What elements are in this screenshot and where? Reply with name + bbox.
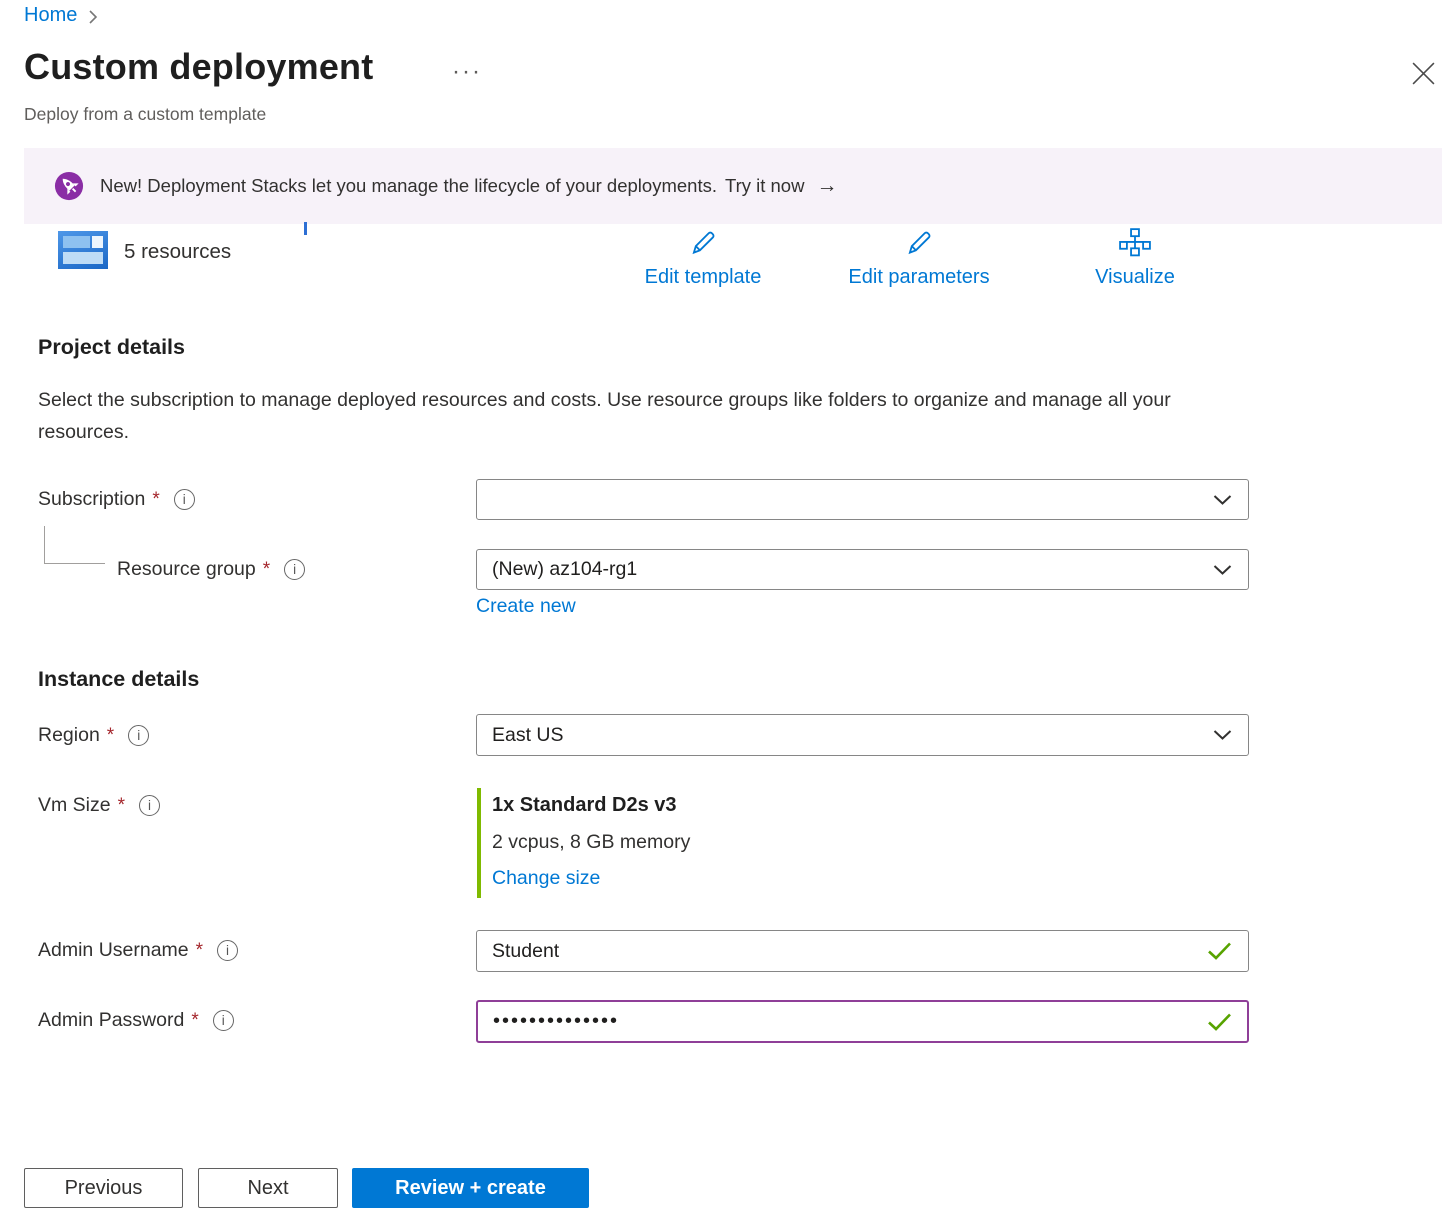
edit-parameters-button[interactable]: Edit parameters — [834, 228, 1004, 289]
info-icon[interactable] — [213, 1010, 234, 1031]
resource-group-select[interactable]: (New) az104-rg1 — [476, 549, 1249, 590]
visualize-label: Visualize — [1060, 266, 1210, 289]
admin-password-input[interactable] — [476, 1000, 1249, 1043]
required-asterisk: * — [263, 559, 270, 581]
chevron-down-icon — [1213, 730, 1232, 741]
page-title: Custom deployment — [24, 46, 373, 88]
resource-group-label: Resource group * — [117, 558, 305, 581]
org-chart-icon — [1119, 228, 1151, 258]
hierarchy-connector-vertical — [44, 526, 45, 563]
required-asterisk: * — [191, 1010, 198, 1032]
create-new-link[interactable]: Create new — [476, 595, 576, 618]
more-options-icon[interactable]: ··· — [452, 58, 482, 86]
hierarchy-connector-horizontal — [44, 563, 105, 564]
vm-size-accent-bar — [477, 788, 481, 898]
valid-check-icon — [1207, 1012, 1232, 1031]
region-label-text: Region — [38, 724, 100, 747]
breadcrumb: Home — [24, 4, 99, 27]
valid-check-icon — [1207, 942, 1232, 961]
template-icon — [58, 231, 108, 269]
region-label: Region * — [38, 724, 149, 747]
announcement-banner: New! Deployment Stacks let you manage th… — [24, 148, 1442, 224]
breadcrumb-home-link[interactable]: Home — [24, 4, 77, 27]
admin-username-label: Admin Username * — [38, 939, 238, 962]
info-icon[interactable] — [139, 795, 160, 816]
required-asterisk: * — [107, 725, 114, 747]
project-details-heading: Project details — [38, 335, 185, 360]
info-icon[interactable] — [174, 489, 195, 510]
previous-button[interactable]: Previous — [24, 1168, 183, 1208]
change-size-link[interactable]: Change size — [492, 867, 600, 890]
info-icon[interactable] — [217, 940, 238, 961]
required-asterisk: * — [152, 489, 159, 511]
close-icon — [1411, 61, 1436, 86]
subscription-label: Subscription * — [38, 488, 195, 511]
chevron-down-icon — [1213, 564, 1232, 575]
admin-username-label-text: Admin Username — [38, 939, 189, 962]
page-subtitle: Deploy from a custom template — [24, 104, 266, 125]
required-asterisk: * — [196, 940, 203, 962]
vm-size-value: 1x Standard D2s v3 — [492, 794, 677, 817]
rocket-icon — [54, 171, 84, 201]
pencil-icon — [688, 228, 718, 258]
review-create-button[interactable]: Review + create — [352, 1168, 589, 1208]
resource-count: 5 resources — [124, 240, 231, 264]
breadcrumb-chevron-icon — [87, 9, 99, 25]
subscription-select[interactable] — [476, 479, 1249, 520]
close-button[interactable] — [1408, 58, 1438, 88]
admin-password-label: Admin Password * — [38, 1009, 234, 1032]
instance-details-heading: Instance details — [38, 667, 199, 692]
admin-username-input[interactable] — [476, 930, 1249, 972]
edit-template-button[interactable]: Edit template — [628, 228, 778, 289]
vm-size-label: Vm Size * — [38, 794, 160, 817]
region-select[interactable]: East US — [476, 714, 1249, 756]
resource-group-value: (New) az104-rg1 — [492, 558, 637, 581]
admin-password-label-text: Admin Password — [38, 1009, 184, 1032]
project-details-description: Select the subscription to manage deploy… — [38, 384, 1203, 448]
next-button[interactable]: Next — [198, 1168, 338, 1208]
arrow-right-icon[interactable]: → — [816, 174, 837, 198]
visualize-button[interactable]: Visualize — [1060, 228, 1210, 289]
chevron-down-icon — [1213, 494, 1232, 505]
vm-size-label-text: Vm Size — [38, 794, 111, 817]
banner-text: New! Deployment Stacks let you manage th… — [100, 175, 717, 197]
pencil-icon — [904, 228, 934, 258]
banner-cta-link[interactable]: Try it now — [725, 175, 805, 197]
edit-template-label: Edit template — [628, 266, 778, 289]
clipped-content-mark — [304, 222, 307, 235]
info-icon[interactable] — [284, 559, 305, 580]
required-asterisk: * — [118, 795, 125, 817]
info-icon[interactable] — [128, 725, 149, 746]
resource-group-label-text: Resource group — [117, 558, 256, 581]
region-value: East US — [492, 724, 564, 747]
vm-size-specs: 2 vcpus, 8 GB memory — [492, 831, 690, 854]
edit-parameters-label: Edit parameters — [834, 266, 1004, 289]
subscription-label-text: Subscription — [38, 488, 145, 511]
